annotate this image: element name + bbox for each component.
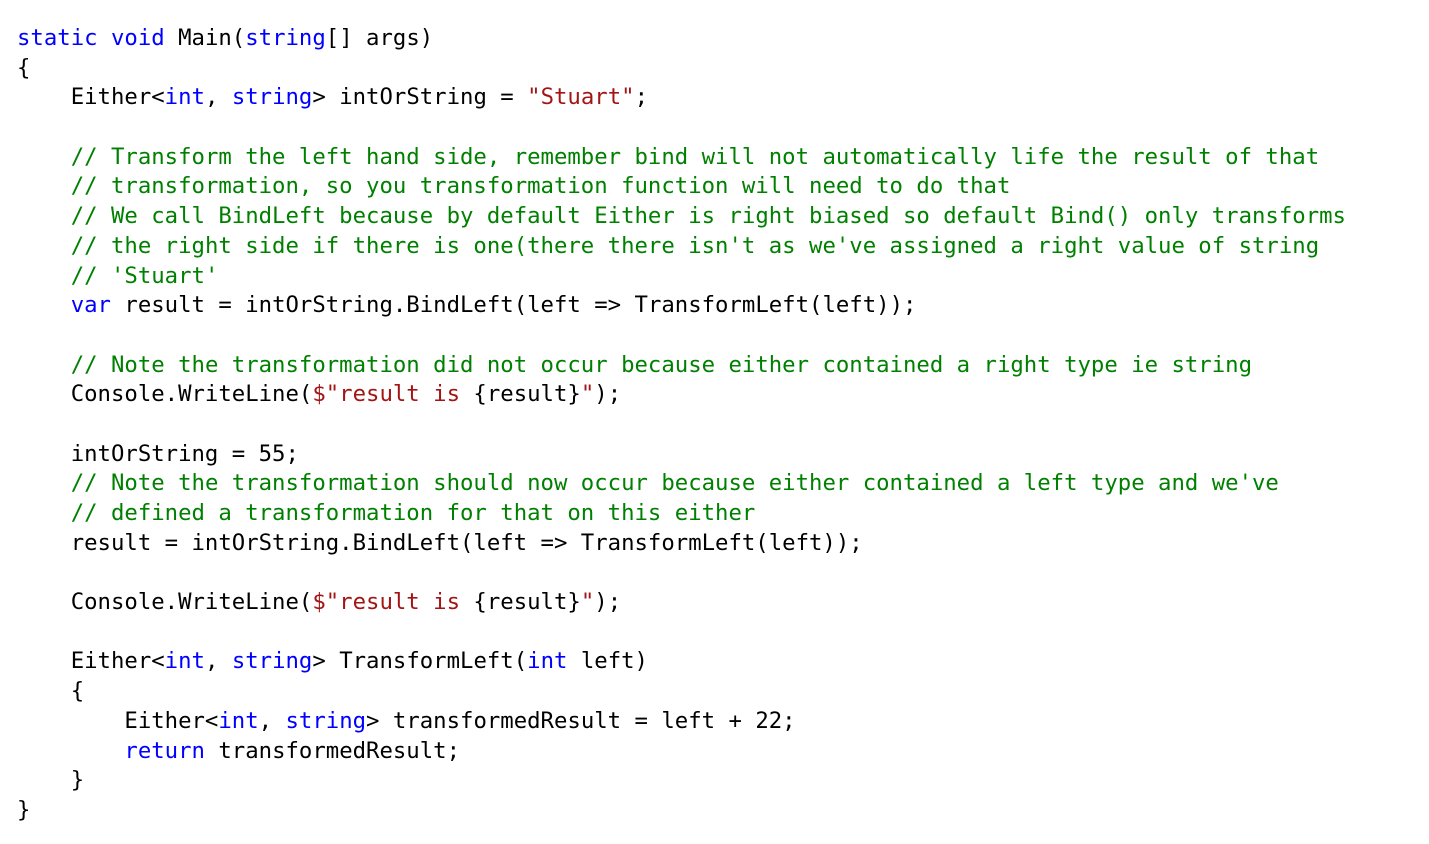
code-line: } xyxy=(17,796,1422,826)
code-line: ​ xyxy=(17,321,1422,351)
code-line: return transformedResult; xyxy=(17,737,1422,767)
plain-token: intOrString = 55; xyxy=(17,440,299,467)
code-line: Either<int, string> transformedResult = … xyxy=(17,707,1422,737)
plain-token: left) xyxy=(567,648,648,675)
string-token: " xyxy=(580,381,595,408)
string-token: $"result is xyxy=(312,589,474,616)
plain-token: } xyxy=(17,767,85,794)
code-line: // transformation, so you transformation… xyxy=(17,172,1422,202)
keyword-token: int xyxy=(164,648,205,675)
comment-token: // Note the transformation did not occur… xyxy=(70,351,1253,378)
plain-token: ); xyxy=(594,381,622,408)
string-token: $"result is xyxy=(312,381,474,408)
code-line: ​ xyxy=(17,113,1422,143)
comment-token: // We call BindLeft because by default E… xyxy=(70,203,1346,230)
code-line: static void Main(string[] args) xyxy=(17,24,1422,54)
keyword-token: string xyxy=(231,648,313,675)
keyword-token: var xyxy=(70,292,111,319)
keyword-token: string xyxy=(285,707,367,734)
keyword-token: string xyxy=(231,84,313,111)
plain-token: result = intOrString.BindLeft(left => Tr… xyxy=(110,292,917,319)
plain-token: > intOrString = xyxy=(312,84,528,111)
code-line: Either<int, string> intOrString = "Stuar… xyxy=(17,83,1422,113)
keyword-token: static xyxy=(17,25,98,51)
code-line: var result = intOrString.BindLeft(left =… xyxy=(17,291,1422,321)
plain-token: Console.WriteLine( xyxy=(17,381,313,408)
plain-token: } xyxy=(17,796,31,823)
comment-token: // the right side if there is one(there … xyxy=(70,232,1320,259)
code-line: ​ xyxy=(17,410,1422,440)
code-line: // Note the transformation did not occur… xyxy=(17,351,1422,381)
code-line: // Transform the left hand side, remembe… xyxy=(17,143,1422,173)
code-editor: static void Main(string[] args){ Either<… xyxy=(17,24,1422,826)
code-line: Console.WriteLine($"result is {result}")… xyxy=(17,588,1422,618)
code-line: } xyxy=(17,766,1422,796)
code-line: Console.WriteLine($"result is {result}")… xyxy=(17,380,1422,410)
comment-token: // Note the transformation should now oc… xyxy=(70,470,1279,497)
comment-token: // transformation, so you transformation… xyxy=(70,173,1011,200)
plain-token: {result} xyxy=(473,589,581,616)
code-line: ​ xyxy=(17,618,1422,648)
string-token: " xyxy=(580,589,595,616)
code-line: { xyxy=(17,54,1422,84)
keyword-token: int xyxy=(527,648,568,675)
plain-token: {result} xyxy=(473,381,581,408)
string-token: "Stuart" xyxy=(527,84,635,111)
plain-token: , xyxy=(204,84,232,111)
plain-token: [] args) xyxy=(325,25,434,51)
plain-token: Console.WriteLine( xyxy=(17,589,313,616)
plain-token: Either< xyxy=(17,84,165,111)
keyword-token: return xyxy=(124,737,205,764)
code-line: result = intOrString.BindLeft(left => Tr… xyxy=(17,529,1422,559)
plain-token: { xyxy=(17,54,31,81)
keyword-token: string xyxy=(245,25,326,51)
plain-token: ; xyxy=(634,84,648,111)
plain-token: transformedResult; xyxy=(204,737,461,764)
plain-token: { xyxy=(17,678,85,705)
plain-token: Main( xyxy=(164,25,246,51)
plain-token: Either< xyxy=(17,648,165,675)
keyword-token: void xyxy=(110,25,165,51)
code-line: { xyxy=(17,677,1422,707)
code-line: // We call BindLeft because by default E… xyxy=(17,202,1422,232)
plain-token: ); xyxy=(594,589,622,616)
code-line: // defined a transformation for that on … xyxy=(17,499,1422,529)
plain-token: Either< xyxy=(17,707,219,734)
comment-token: // 'Stuart' xyxy=(70,262,219,289)
plain-token: , xyxy=(258,707,286,734)
comment-token: // Transform the left hand side, remembe… xyxy=(70,143,1320,170)
code-line: // Note the transformation should now oc… xyxy=(17,469,1422,499)
keyword-token: int xyxy=(218,707,259,734)
code-line: ​ xyxy=(17,558,1422,588)
code-line: // 'Stuart' xyxy=(17,262,1422,292)
code-line: intOrString = 55; xyxy=(17,440,1422,470)
plain-token: , xyxy=(204,648,232,675)
plain-token: > transformedResult = left + 22; xyxy=(366,707,796,734)
code-line: Either<int, string> TransformLeft(int le… xyxy=(17,647,1422,677)
comment-token: // defined a transformation for that on … xyxy=(70,500,756,526)
keyword-token: int xyxy=(164,84,205,111)
code-line: // the right side if there is one(there … xyxy=(17,232,1422,262)
plain-token: > TransformLeft( xyxy=(312,648,528,675)
plain-token: result = intOrString.BindLeft(left => Tr… xyxy=(17,529,863,556)
